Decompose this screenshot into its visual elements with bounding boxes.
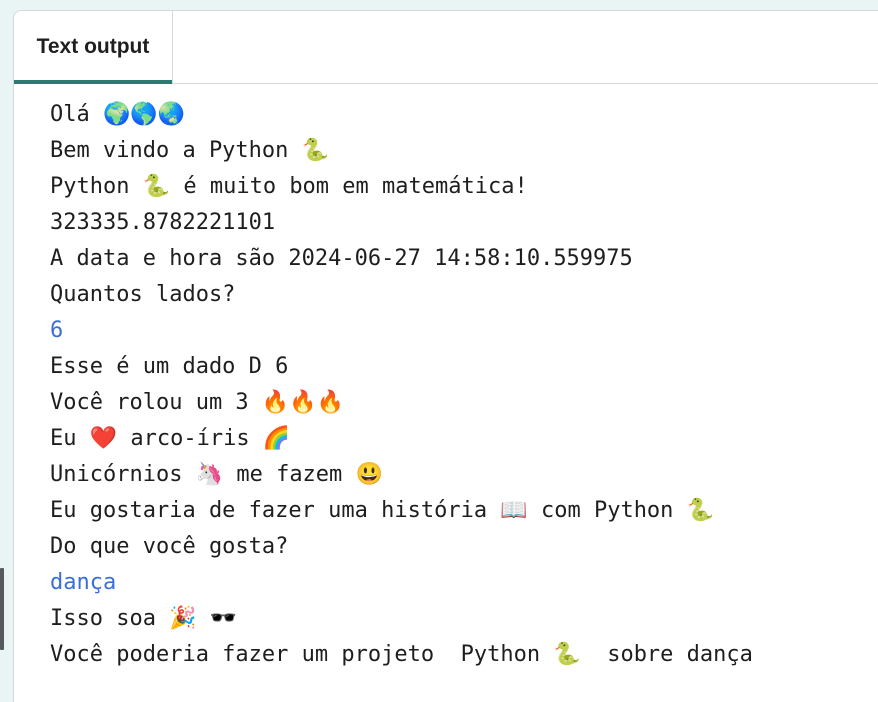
output-panel: Text output Olá 🌍🌎🌏 Bem vindo a Python 🐍 P… bbox=[13, 10, 878, 702]
output-line: 323335.8782221101 bbox=[50, 210, 276, 235]
text-output-area: Olá 🌍🌎🌏 Bem vindo a Python 🐍 Python 🐍 é mu… bbox=[14, 84, 878, 673]
user-input-line: 6 bbox=[50, 318, 64, 343]
output-line: Esse é um dado D 6 bbox=[50, 354, 289, 379]
output-line: Bem vindo a Python 🐍 bbox=[50, 138, 330, 163]
output-line: Eu gostaria de fazer uma história 📖 com … bbox=[50, 498, 715, 523]
output-line: Unicórnios 🦄 me fazem 😃 bbox=[50, 462, 383, 487]
output-line: Você rolou um 3 🔥🔥🔥 bbox=[50, 390, 345, 415]
output-line: Python 🐍 é muito bom em matemática! bbox=[50, 174, 528, 199]
tab-bar: Text output bbox=[14, 11, 878, 84]
output-line: Do que você gosta? bbox=[50, 534, 289, 559]
tab-text-output[interactable]: Text output bbox=[14, 11, 173, 84]
app-frame: Text output Olá 🌍🌎🌏 Bem vindo a Python 🐍 P… bbox=[0, 0, 878, 702]
tab-label: Text output bbox=[36, 35, 150, 58]
output-line: A data e hora são 2024-06-27 14:58:10.55… bbox=[50, 246, 633, 271]
active-tab-indicator bbox=[14, 80, 172, 84]
output-line: Olá 🌍🌎🌏 bbox=[50, 102, 186, 127]
resize-handle[interactable] bbox=[0, 568, 4, 650]
user-input-line: dança bbox=[50, 570, 117, 595]
output-line: Quantos lados? bbox=[50, 282, 236, 307]
output-line: Você poderia fazer um projeto Python 🐍 s… bbox=[50, 642, 753, 667]
output-line: Isso soa 🎉 🕶️ bbox=[50, 606, 238, 631]
output-line: Eu ❤️ arco-íris 🌈 bbox=[50, 426, 291, 451]
